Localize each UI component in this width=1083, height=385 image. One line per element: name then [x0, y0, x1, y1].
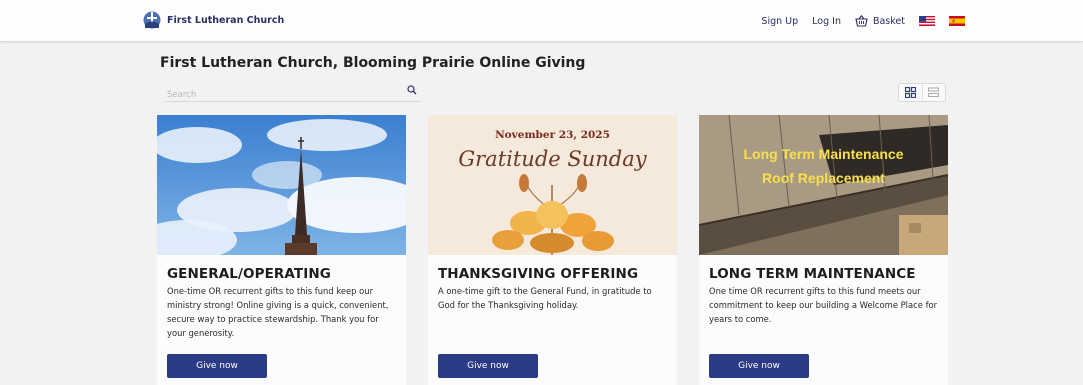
- brand[interactable]: First Lutheran Church: [143, 10, 284, 30]
- list-view-button[interactable]: [921, 84, 946, 101]
- image-line-2: Roof Replacement: [762, 170, 885, 186]
- gratitude-sunday-image: November 23, 2025 Gratitude Sunday: [428, 115, 677, 255]
- card-heading: GENERAL/OPERATING: [167, 266, 331, 282]
- basket-label: Basket: [872, 15, 905, 27]
- brand-name: First Lutheran Church: [167, 14, 285, 26]
- list-view-icon: [928, 87, 940, 97]
- card-heading: THANKSGIVING OFFERING: [438, 266, 639, 282]
- image-title: Gratitude Sunday: [458, 147, 647, 171]
- signup-link[interactable]: Sign Up: [761, 16, 798, 27]
- grid-view-icon: [904, 87, 916, 98]
- top-navigation-bar: First Lutheran Church Sign Up Log In Bas…: [0, 0, 1083, 42]
- give-now-button[interactable]: Give now: [167, 354, 267, 378]
- steeple-sky-image: [157, 115, 406, 255]
- card-description: One time OR recurrent gifts to this fund…: [709, 286, 938, 324]
- image-line-1: Long Term Maintenance: [743, 146, 904, 162]
- search-icon[interactable]: [407, 85, 417, 95]
- card-heading: LONG TERM MAINTENANCE: [709, 266, 916, 282]
- grid-view-button[interactable]: [899, 84, 922, 101]
- roof-interior-image: Long Term Maintenance Roof Replacement: [699, 115, 948, 255]
- fund-card-maintenance[interactable]: Long Term Maintenance Roof Replacement L…: [699, 115, 948, 385]
- card-description: A one-time gift to the General Fund, in …: [438, 286, 652, 310]
- view-toggle: [898, 83, 946, 102]
- search-input[interactable]: [164, 86, 394, 104]
- give-now-button[interactable]: Give now: [709, 354, 809, 378]
- fund-card-thanksgiving[interactable]: November 23, 2025 Gratitude Sunday THANK…: [428, 115, 677, 385]
- card-description: One-time OR recurrent gifts to this fund…: [167, 286, 389, 338]
- login-link[interactable]: Log In: [812, 16, 841, 27]
- basket-link[interactable]: Basket: [855, 15, 905, 27]
- fund-card-general[interactable]: GENERAL/OPERATING One-time OR recurrent …: [157, 115, 406, 385]
- spain-flag-icon[interactable]: [949, 16, 965, 26]
- search-bar: [164, 82, 421, 104]
- give-now-button[interactable]: Give now: [438, 354, 538, 378]
- image-date: November 23, 2025: [495, 129, 610, 141]
- page-title: First Lutheran Church, Blooming Prairie …: [160, 55, 586, 71]
- us-flag-icon[interactable]: [919, 16, 935, 26]
- top-nav: Sign Up Log In Basket: [761, 15, 965, 27]
- church-logo-icon: [143, 11, 161, 29]
- basket-icon: [855, 15, 868, 27]
